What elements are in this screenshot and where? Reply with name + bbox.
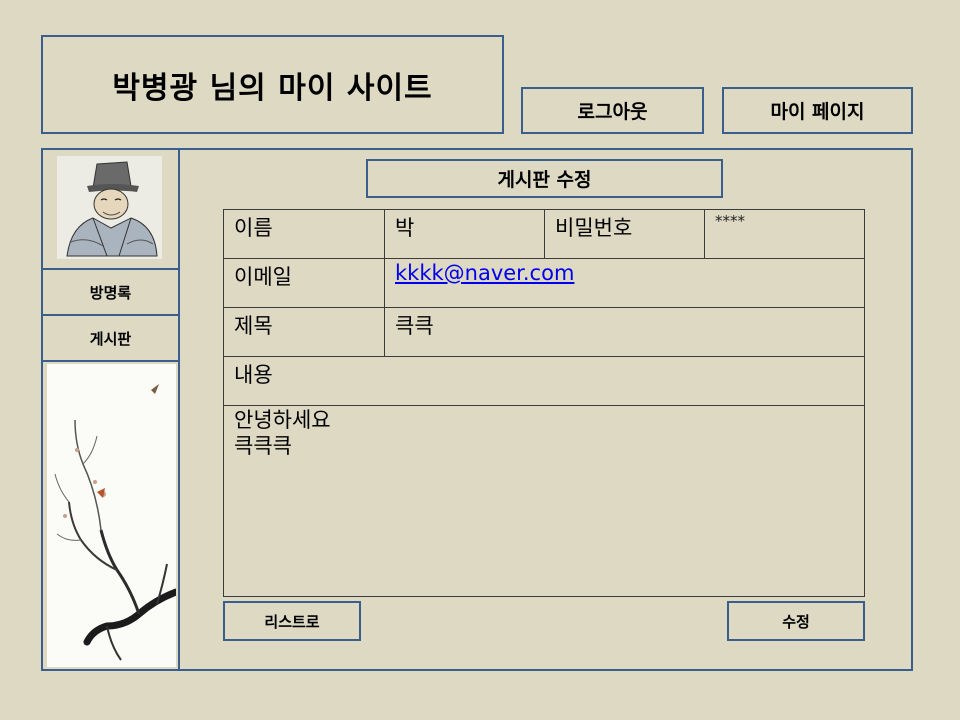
back-to-list-label: 리스트로 <box>264 612 320 631</box>
plum-branch-image <box>47 364 176 667</box>
name-password-row: 이름 박 비밀번호 **** <box>223 209 865 259</box>
email-field[interactable]: kkkk@naver.com <box>384 258 865 308</box>
board-heading-text: 게시판 수정 <box>497 169 592 191</box>
name-label: 이름 <box>223 209 385 259</box>
mypage-button[interactable]: 마이 페이지 <box>722 87 913 134</box>
content-row: 안녕하세요 큭큭큭 <box>223 405 865 597</box>
subject-label: 제목 <box>223 307 385 357</box>
sidebar-item-guestbook[interactable]: 방명록 <box>43 270 178 316</box>
email-label: 이메일 <box>223 258 385 308</box>
site-title: 박병광 님의 마이 사이트 <box>41 35 504 134</box>
password-field[interactable]: **** <box>704 209 865 259</box>
content-label: 내용 <box>223 356 865 406</box>
avatar-cell <box>43 150 178 270</box>
avatar <box>57 156 162 259</box>
site-title-text: 박병광 님의 마이 사이트 <box>112 70 433 106</box>
scholar-portrait-image <box>57 156 162 259</box>
email-row: 이메일 kkkk@naver.com <box>223 258 865 308</box>
board-edit-form: 이름 박 비밀번호 **** 이메일 kkkk@naver.com 제목 큭큭 … <box>223 209 865 597</box>
content-textarea[interactable]: 안녕하세요 큭큭큭 <box>223 405 865 597</box>
content-label-row: 내용 <box>223 356 865 406</box>
logout-label: 로그아웃 <box>577 101 648 123</box>
sidebar-item-board-label: 게시판 <box>89 329 132 348</box>
submit-edit-label: 수정 <box>782 612 810 631</box>
board-heading: 게시판 수정 <box>366 159 723 198</box>
back-to-list-button[interactable]: 리스트로 <box>223 601 361 641</box>
logout-button[interactable]: 로그아웃 <box>521 87 704 134</box>
email-link[interactable]: kkkk@naver.com <box>395 261 574 285</box>
sidebar: 방명록 게시판 <box>43 150 180 669</box>
subject-row: 제목 큭큭 <box>223 307 865 357</box>
mypage-label: 마이 페이지 <box>770 101 865 123</box>
subject-field[interactable]: 큭큭 <box>384 307 865 357</box>
submit-edit-button[interactable]: 수정 <box>727 601 865 641</box>
sidebar-item-guestbook-label: 방명록 <box>89 283 132 302</box>
sidebar-item-board[interactable]: 게시판 <box>43 316 178 362</box>
plum-blossom-painting <box>47 364 176 667</box>
password-label: 비밀번호 <box>544 209 705 259</box>
name-field[interactable]: 박 <box>384 209 545 259</box>
